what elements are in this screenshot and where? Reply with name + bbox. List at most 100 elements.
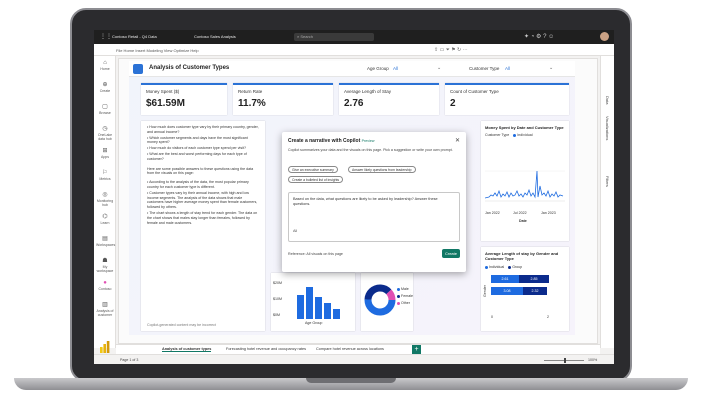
legend-dot — [397, 301, 400, 305]
help-icon[interactable]: ? — [543, 34, 546, 40]
copilot-icon[interactable]: ✦ — [524, 34, 529, 40]
app-launcher-icon[interactable]: ⋮⋮ — [100, 34, 112, 40]
search-input[interactable]: ⌕ Search — [294, 33, 374, 41]
more-icon[interactable]: ⋯ — [463, 47, 468, 53]
legend-dot — [508, 265, 512, 269]
bell-icon[interactable]: ◔ — [531, 34, 535, 40]
tab-forecasting[interactable]: Forecasting hotel revenue and occupancy … — [226, 347, 306, 351]
nav-item-label: My workspace — [96, 265, 114, 273]
create-button[interactable]: Create — [442, 249, 460, 258]
gender-donut-chart[interactable]: Male Female Other — [361, 273, 413, 331]
money-spent-line-chart[interactable]: Money Spent by Date and Customer Type Cu… — [481, 121, 569, 241]
legend-title: Customer Type — [485, 133, 510, 137]
kpi-count-customer-type[interactable]: Count of Customer Type 2 — [445, 83, 569, 115]
kpi-value: 2 — [450, 98, 456, 109]
ribbon-menu[interactable]: File Home Insert Modeling View Optimize … — [116, 48, 199, 53]
nav-item-workspaces[interactable]: ▤ Workspaces — [96, 236, 115, 247]
kpi-length-of-stay[interactable]: Average Length of Stay 2.76 — [339, 83, 439, 115]
suggestion-chip[interactable]: Give an executive summary — [288, 166, 338, 173]
contoso-icon: ● — [103, 280, 107, 286]
browse-icon: ▢ — [102, 104, 108, 110]
zoom-slider-handle[interactable] — [564, 358, 566, 363]
dialog-description: Copilot summarizes your data and the vis… — [288, 148, 453, 152]
age-group-slicer-value[interactable]: All — [393, 66, 398, 71]
chevron-down-icon[interactable]: ⌄ — [437, 65, 441, 71]
nav-item-apps[interactable]: ⊞ Apps — [96, 148, 114, 159]
y-tick: $10M — [273, 297, 282, 301]
filter-icon[interactable]: ⏷ — [446, 47, 450, 53]
report-title: Analysis of Customer Types — [149, 65, 230, 71]
legend-item: Other — [397, 301, 410, 305]
preview-badge: Preview — [361, 139, 375, 143]
narrative-card[interactable]: How much does customer type vary by thei… — [141, 121, 265, 331]
nav-item-create[interactable]: ⊕ Create — [96, 82, 114, 93]
nav-item-learn[interactable]: ⌬ Learn — [96, 214, 114, 225]
nav-item-browse[interactable]: ▢ Browse — [96, 104, 114, 115]
kpi-label: Average Length of Stay — [344, 89, 391, 94]
nav-item-label: OneLake data hub — [97, 133, 113, 141]
settings-icon[interactable]: ⚙ — [536, 34, 541, 40]
bookmark-icon[interactable]: ⚑ — [451, 47, 455, 53]
nav-item-metrics[interactable]: ⚐ Metrics — [96, 170, 114, 181]
comment-icon[interactable]: ▭ — [440, 47, 445, 53]
add-page-button[interactable]: + — [412, 345, 421, 354]
column-bar — [324, 303, 331, 319]
nav-item-label: Contoso — [98, 287, 112, 291]
document-name[interactable]: Contoso Sales Analysis — [194, 34, 236, 39]
nav-item-onelake[interactable]: ◷ OneLake data hub — [96, 126, 114, 141]
customer-type-slicer-value[interactable]: All — [505, 66, 510, 71]
list-item: Customer types vary by their annual inco… — [147, 191, 259, 210]
nav-item-home[interactable]: ⌂ Home — [96, 60, 114, 71]
reference-selector[interactable]: Reference: All visuals on this page — [288, 252, 343, 256]
column-bar — [306, 287, 313, 319]
legend-item: Group — [512, 265, 523, 269]
chart-legend: Individual Group — [485, 265, 522, 269]
kpi-return-rate[interactable]: Return Rate 11.7% — [233, 83, 333, 115]
kpi-value: 2.76 — [344, 98, 364, 109]
column-bar — [297, 295, 304, 319]
search-placeholder: Search — [300, 34, 314, 39]
tab-analysis[interactable]: Analysis of customer types — [162, 347, 212, 352]
y-axis-label: Gender — [483, 285, 487, 297]
tab-compare[interactable]: Compare hotel revenue across locations — [316, 347, 384, 351]
power-bi-logo-icon — [100, 340, 110, 358]
nav-item-analysis[interactable]: ▥ Analysis of customer — [96, 302, 114, 317]
status-bar: Page 1 of 3 100% — [94, 354, 614, 364]
data-pane-label[interactable]: Data — [605, 96, 610, 104]
column-bar — [315, 297, 322, 319]
chevron-down-icon[interactable]: ⌄ — [549, 65, 553, 71]
avatar[interactable] — [600, 32, 609, 41]
close-icon[interactable]: ✕ — [455, 137, 460, 144]
dialog-title-text: Create a narrative with Copilot — [288, 138, 361, 144]
title-bar-icons[interactable]: ✦ ◔ ⚙ ? ☺ — [524, 33, 554, 40]
legend-item: Female — [397, 294, 413, 298]
feedback-icon[interactable]: ☺ — [548, 34, 554, 40]
suggestion-chip[interactable]: Create a bulleted list of insights — [288, 176, 344, 183]
age-group-column-chart[interactable]: $20M $10M $0M Age Group — [271, 273, 355, 331]
nav-item-my-workspace[interactable]: ☗ My workspace — [96, 258, 114, 273]
refresh-icon[interactable]: ↻ — [457, 47, 461, 53]
legend-item: Male — [397, 287, 409, 291]
kpi-label: Money Spent ($) — [146, 89, 180, 94]
question-list: How much does customer type vary by thei… — [141, 121, 265, 167]
x-tick: Jul 2022 — [513, 211, 527, 215]
nav-item-contoso[interactable]: ● Contoso — [96, 280, 114, 291]
app-name: Contoso Retail - Q4 Data — [112, 34, 157, 39]
nav-item-label: Home — [100, 67, 110, 71]
apps-icon: ⊞ — [102, 148, 108, 154]
kpi-money-spent[interactable]: Money Spent ($) $61.59M — [141, 83, 227, 115]
list-item: The chart shows a length of stay trend f… — [147, 211, 259, 225]
suggestion-chip[interactable]: Answer likely questions from leadership — [348, 166, 416, 173]
x-axis-label: Date — [519, 219, 527, 223]
prompt-input[interactable]: Based on the data, what questions are li… — [288, 192, 460, 242]
ribbon-icons[interactable]: ⇪ ▭ ⏷ ⚑ ↻ ⋯ — [434, 47, 468, 53]
nav-item-monitor[interactable]: ◎ Monitoring hub — [96, 192, 114, 207]
x-axis-label: Age Group — [305, 321, 323, 325]
filters-pane-label[interactable]: Filters — [605, 176, 610, 187]
y-tick: $0M — [273, 313, 280, 317]
visualizations-pane-label[interactable]: Visualizations — [605, 116, 610, 140]
legend-item: Individual — [517, 133, 533, 137]
length-of-stay-bar-chart[interactable]: Average Length of stay by Gender and Cus… — [481, 247, 569, 331]
list-item: Which customer segments and days have th… — [147, 136, 259, 146]
share-icon[interactable]: ⇪ — [434, 47, 438, 53]
